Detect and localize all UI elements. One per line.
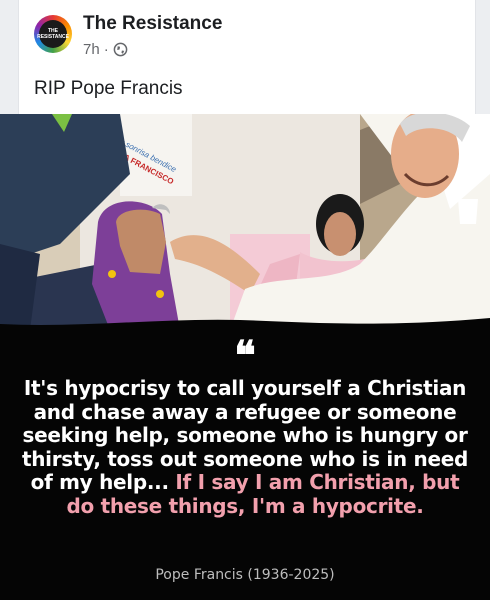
quote-mark-icon: ❝ <box>234 332 256 379</box>
post-text: RIP Pope Francis <box>34 78 183 99</box>
quote-attribution: Pope Francis (1936-2025) <box>155 567 335 583</box>
globe-icon[interactable] <box>113 42 128 57</box>
post-meta: 7h · <box>83 41 128 58</box>
post-image[interactable]: Tu sonrisa bendice PAPA FRANCISCO ❝ It's… <box>0 114 490 600</box>
page-name-link[interactable]: The Resistance <box>83 13 222 35</box>
post-card: THE RESISTANCE The Resistance 7h · RIP P… <box>18 0 476 114</box>
quote-text: It's hypocrisy to call yourself a Christ… <box>16 376 474 518</box>
meta-separator: · <box>103 41 109 58</box>
page-avatar[interactable]: THE RESISTANCE <box>34 15 72 53</box>
post-timestamp[interactable]: 7h <box>83 41 100 58</box>
photo-pope-blessing: Tu sonrisa bendice PAPA FRANCISCO <box>0 114 490 330</box>
avatar-logo: THE RESISTANCE <box>37 20 69 48</box>
